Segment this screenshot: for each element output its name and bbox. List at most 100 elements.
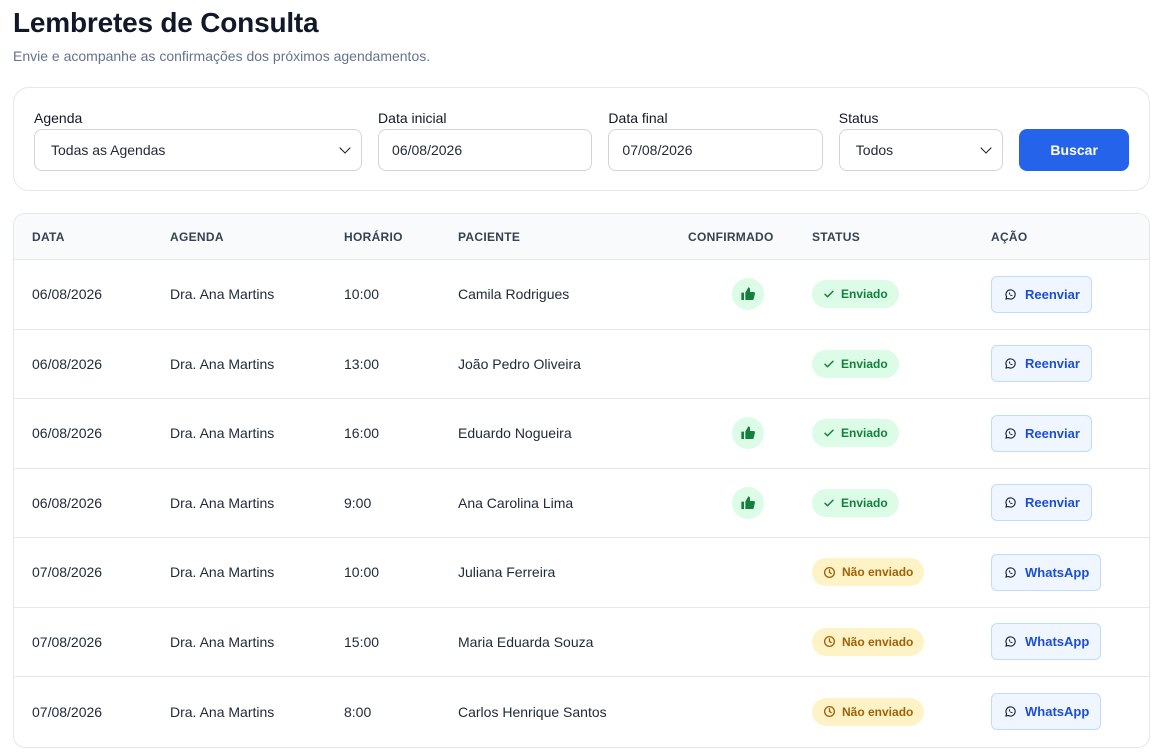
status-label: Status (838, 110, 879, 126)
cell-date: 06/08/2026 (32, 286, 103, 303)
whatsapp-button[interactable]: WhatsApp (991, 623, 1102, 661)
cell-action: Reenviar (991, 345, 1149, 383)
cell-status: Não enviado (812, 697, 991, 726)
search-button[interactable]: Buscar (1019, 129, 1129, 171)
end-date-filter: Data final 07/08/2026 (608, 109, 823, 171)
status-badge-label: Não enviado (842, 565, 914, 580)
cell-confirmed (687, 417, 812, 450)
status-badge: Enviado (812, 419, 899, 448)
table-row: 06/08/2026 Dra. Ana Martins 10:00 Camila Ro… (14, 260, 1149, 330)
cell-date: 06/08/2026 (32, 355, 103, 372)
check-icon (823, 427, 835, 439)
status-badge-label: Enviado (841, 287, 888, 302)
start-date-input[interactable]: 06/08/2026 (378, 129, 593, 171)
cell-action: WhatsApp (991, 693, 1149, 731)
cell-action: WhatsApp (991, 553, 1149, 591)
whatsapp-icon (1004, 566, 1017, 579)
action-button-label: Reenviar (1025, 495, 1080, 511)
status-badge: Não enviado (812, 697, 925, 726)
cell-time: 15:00 (344, 633, 380, 650)
table-body: 06/08/2026 Dra. Ana Martins 10:00 Camila Ro… (14, 260, 1149, 747)
check-icon (823, 358, 835, 370)
cell-action: Reenviar (991, 484, 1149, 522)
action-button-label: Reenviar (1025, 425, 1080, 441)
clock-icon (823, 566, 836, 579)
status-select-value: Todos (855, 142, 894, 158)
status-badge: Enviado (812, 488, 899, 517)
agenda-select-value: Todas as Agendas (51, 142, 166, 158)
end-date-input[interactable]: 07/08/2026 (608, 129, 823, 171)
header-date[interactable]: DATA (14, 230, 170, 244)
agenda-select[interactable]: Todas as Agendas (34, 129, 363, 171)
table-row: 06/08/2026 Dra. Ana Martins 16:00 Eduardo N… (14, 399, 1149, 469)
cell-patient: Maria Eduarda Souza (458, 633, 594, 650)
agenda-filter: Agenda Todas as Agendas (34, 109, 363, 171)
cell-date: 06/08/2026 (32, 494, 103, 511)
cell-status: Enviado (812, 280, 991, 309)
header-confirmed[interactable]: CONFIRMADO (687, 230, 812, 244)
table-row: 07/08/2026 Dra. Ana Martins 8:00 Carlos Hen… (14, 677, 1149, 747)
resend-button[interactable]: Reenviar (991, 414, 1092, 452)
status-select[interactable]: Todos (838, 129, 1004, 171)
whatsapp-icon (1004, 288, 1017, 301)
cell-date: 07/08/2026 (32, 703, 103, 720)
cell-status: Não enviado (812, 627, 991, 656)
whatsapp-icon (1004, 357, 1017, 370)
cell-agenda: Dra. Ana Martins (170, 355, 275, 372)
check-icon (823, 497, 835, 509)
start-date-filter: Data inicial 06/08/2026 (378, 109, 593, 171)
cell-status: Enviado (812, 349, 991, 378)
check-icon (823, 288, 835, 300)
thumbs-up-icon (731, 278, 764, 311)
whatsapp-button[interactable]: WhatsApp (991, 553, 1102, 591)
cell-time: 10:00 (344, 286, 380, 303)
cell-patient: Ana Carolina Lima (458, 494, 574, 511)
header-status[interactable]: STATUS (812, 230, 991, 244)
resend-button[interactable]: Reenviar (991, 275, 1092, 313)
cell-confirmed (687, 278, 812, 311)
resend-button[interactable]: Reenviar (991, 345, 1092, 383)
action-button-label: WhatsApp (1025, 704, 1090, 720)
end-date-label: Data final (608, 110, 668, 126)
resend-button[interactable]: Reenviar (991, 484, 1092, 522)
cell-time: 8:00 (344, 703, 372, 720)
chevron-down-icon (339, 142, 351, 154)
cell-time: 10:00 (344, 564, 380, 581)
cell-action: Reenviar (991, 414, 1149, 452)
start-date-value: 06/08/2026 (392, 142, 463, 158)
action-button-label: Reenviar (1025, 286, 1080, 302)
cell-agenda: Dra. Ana Martins (170, 564, 275, 581)
cell-patient: Juliana Ferreira (458, 564, 556, 581)
action-button-label: WhatsApp (1025, 634, 1090, 650)
status-badge-label: Não enviado (842, 704, 914, 719)
action-button-label: WhatsApp (1025, 564, 1090, 580)
whatsapp-icon (1004, 496, 1017, 509)
filter-panel: Agenda Todas as Agendas Data inicial 06/… (13, 87, 1150, 191)
cell-action: WhatsApp (991, 623, 1149, 661)
whatsapp-button[interactable]: WhatsApp (991, 693, 1102, 731)
header-time[interactable]: HORÁRIO (344, 230, 458, 244)
cell-date: 07/08/2026 (32, 633, 103, 650)
cell-agenda: Dra. Ana Martins (170, 703, 275, 720)
cell-agenda: Dra. Ana Martins (170, 286, 275, 303)
cell-date: 06/08/2026 (32, 425, 103, 442)
status-badge-label: Enviado (841, 426, 888, 441)
action-button-label: Reenviar (1025, 356, 1080, 372)
cell-status: Enviado (812, 419, 991, 448)
status-badge: Não enviado (812, 558, 925, 587)
thumbs-up-icon (731, 486, 764, 519)
cell-status: Enviado (812, 488, 991, 517)
page-title: Lembretes de Consulta (13, 7, 319, 38)
header-agenda[interactable]: AGENDA (170, 230, 344, 244)
table-row: 07/08/2026 Dra. Ana Martins 15:00 Maria Edu… (14, 608, 1149, 677)
cell-time: 13:00 (344, 355, 380, 372)
whatsapp-icon (1004, 427, 1017, 440)
whatsapp-icon (1004, 635, 1017, 648)
end-date-value: 07/08/2026 (622, 142, 693, 158)
header-patient[interactable]: PACIENTE (458, 230, 687, 244)
cell-status: Não enviado (812, 558, 991, 587)
whatsapp-icon (1004, 705, 1017, 718)
chevron-down-icon (980, 142, 992, 154)
status-badge: Enviado (812, 280, 899, 309)
cell-time: 16:00 (344, 425, 380, 442)
